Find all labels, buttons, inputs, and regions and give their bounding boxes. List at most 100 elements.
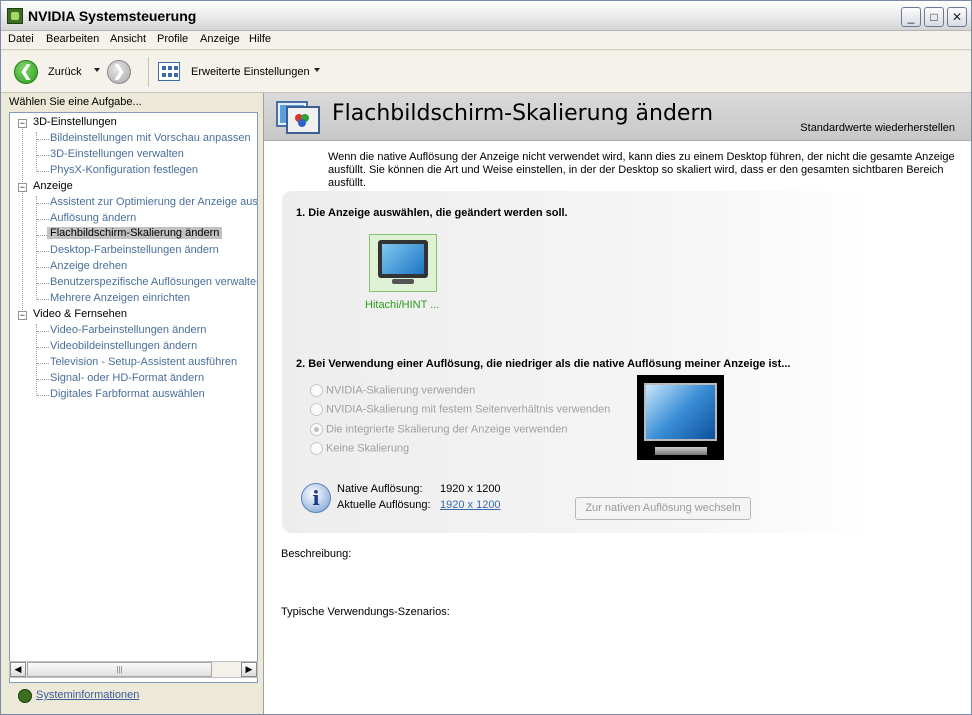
option-label: Keine Skalierung — [326, 442, 410, 455]
advanced-settings-button[interactable]: Erweiterte Einstellungen — [191, 66, 310, 78]
category-3d-settings[interactable]: 3D-Einstellungen — [33, 116, 117, 128]
task-tree[interactable]: − 3D-Einstellungen Bildeinstellungen mit… — [9, 112, 258, 683]
info-icon: i — [301, 483, 331, 513]
tree-item-digital-color-format[interactable]: Digitales Farbformat auswählen — [50, 388, 205, 400]
tree-line — [36, 196, 37, 300]
forward-arrow-icon[interactable]: ❯ — [107, 60, 131, 84]
tree-item-image-preview[interactable]: Bildeinstellungen mit Vorschau anpassen — [50, 132, 251, 144]
back-dropdown-arrow-icon[interactable] — [94, 68, 100, 72]
display-settings-icon — [276, 101, 320, 134]
tree-item-signal-format[interactable]: Signal- oder HD-Format ändern — [50, 372, 204, 384]
tree-line — [37, 395, 49, 396]
current-resolution-link[interactable]: 1920 x 1200 — [440, 499, 501, 511]
tree-item-rotate-display[interactable]: Anzeige drehen — [50, 260, 127, 272]
nvidia-app-icon — [7, 8, 23, 24]
tree-item-video-image[interactable]: Videobildeinstellungen ändern — [50, 340, 197, 352]
tree-item-physx[interactable]: PhysX-Konfiguration festlegen — [50, 164, 198, 176]
radio-no-scaling[interactable] — [310, 442, 323, 455]
option-display-scaling[interactable]: Die integrierte Skalierung der Anzeige v… — [310, 423, 568, 436]
expander-video-tv[interactable]: − — [18, 311, 27, 320]
tree-item-multiple-displays[interactable]: Mehrere Anzeigen einrichten — [50, 292, 190, 304]
step-2-heading: 2. Bei Verwendung einer Auflösung, die n… — [296, 358, 791, 370]
menu-bearbeiten[interactable]: Bearbeiten — [46, 33, 99, 45]
restore-defaults-link[interactable]: Standardwerte wiederherstellen — [800, 122, 955, 134]
close-button[interactable]: ✕ — [947, 7, 967, 27]
toolbar: ❮ Zurück ❯ Erweiterte Einstellungen — [1, 51, 971, 93]
menu-ansicht[interactable]: Ansicht — [110, 33, 146, 45]
content-pane: Flachbildschirm-Skalierung ändern Standa… — [263, 93, 971, 714]
tree-line — [37, 219, 49, 220]
expander-3d-settings[interactable]: − — [18, 119, 27, 128]
toolbar-separator — [148, 57, 149, 87]
tree-line — [37, 299, 49, 300]
menu-hilfe[interactable]: Hilfe — [249, 33, 271, 45]
minimize-button[interactable]: _ — [901, 7, 921, 27]
tree-line — [37, 363, 49, 364]
option-label: NVIDIA-Skalierung verwenden — [326, 384, 476, 397]
tree-line — [36, 132, 37, 172]
back-button-label[interactable]: Zurück — [48, 66, 82, 78]
task-pane: Wählen Sie eine Aufgabe... − 3D-Einstell… — [6, 93, 259, 711]
option-nvidia-scaling-aspect[interactable]: NVIDIA-Skalierung mit festem Seitenverhä… — [310, 403, 610, 416]
native-resolution-value: 1920 x 1200 — [440, 483, 501, 495]
window-title: NVIDIA Systemsteuerung — [28, 8, 197, 24]
tree-item-manage-3d[interactable]: 3D-Einstellungen verwalten — [50, 148, 184, 160]
menu-datei[interactable]: Datei — [8, 33, 34, 45]
display-selector-tile[interactable] — [369, 234, 437, 292]
option-label: Die integrierte Skalierung der Anzeige v… — [326, 423, 568, 436]
maximize-button[interactable]: □ — [924, 7, 944, 27]
switch-native-resolution-button[interactable]: Zur nativen Auflösung wechseln — [575, 497, 751, 520]
tree-line — [37, 139, 49, 140]
scroll-left-arrow-icon[interactable]: ◀ — [10, 662, 26, 677]
tree-line — [22, 127, 23, 314]
tree-item-tv-setup[interactable]: Television - Setup-Assistent ausführen — [50, 356, 237, 368]
tree-horizontal-scrollbar[interactable]: ◀ ||| ▶ — [9, 661, 258, 678]
expander-display[interactable]: − — [18, 183, 27, 192]
tree-line — [37, 155, 49, 156]
description-label: Beschreibung: — [281, 548, 352, 560]
tree-item-display-wizard[interactable]: Assistent zur Optimierung der Anzeige au… — [50, 196, 257, 208]
title-bar[interactable]: NVIDIA Systemsteuerung _ □ ✕ — [1, 1, 971, 31]
tree-item-change-resolution[interactable]: Auflösung ändern — [50, 212, 136, 224]
tree-line — [37, 203, 49, 204]
tree-line — [37, 251, 49, 252]
tree-item-flatpanel-scaling-selected[interactable]: Flachbildschirm-Skalierung ändern — [47, 227, 223, 239]
menu-anzeige[interactable]: Anzeige — [200, 33, 240, 45]
application-window: NVIDIA Systemsteuerung _ □ ✕ Datei Bearb… — [0, 0, 972, 715]
tree-line — [36, 324, 37, 396]
display-name-label[interactable]: Hitachi/HINT ... — [365, 299, 439, 311]
tree-item-video-color[interactable]: Video-Farbeinstellungen ändern — [50, 324, 206, 336]
tree-line — [37, 331, 49, 332]
system-info-icon[interactable] — [18, 689, 32, 703]
scroll-right-arrow-icon[interactable]: ▶ — [241, 662, 257, 677]
page-title: Flachbildschirm-Skalierung ändern — [332, 101, 714, 126]
radio-nvidia-scaling[interactable] — [310, 384, 323, 397]
scroll-thumb[interactable]: ||| — [27, 662, 212, 677]
menu-bar: Datei Bearbeiten Ansicht Profile Anzeige… — [1, 31, 971, 50]
menu-profile[interactable]: Profile — [157, 33, 188, 45]
radio-display-scaling[interactable] — [310, 423, 323, 436]
intro-text: Wenn die native Auflösung der Anzeige ni… — [328, 151, 955, 189]
option-label: NVIDIA-Skalierung mit festem Seitenverhä… — [326, 403, 611, 416]
monitor-icon — [378, 240, 428, 278]
tree-line — [37, 171, 49, 172]
scaling-preview-image — [637, 375, 724, 460]
option-no-scaling[interactable]: Keine Skalierung — [310, 442, 409, 455]
tree-line — [37, 347, 49, 348]
usage-scenarios-label: Typische Verwendungs-Szenarios: — [281, 606, 450, 618]
page-header: Flachbildschirm-Skalierung ändern Standa… — [264, 93, 971, 141]
tree-item-desktop-color[interactable]: Desktop-Farbeinstellungen ändern — [50, 244, 219, 256]
step-1-heading: 1. Die Anzeige auswählen, die geändert w… — [296, 207, 568, 219]
tree-line — [37, 267, 49, 268]
native-resolution-label: Native Auflösung: — [337, 483, 423, 495]
option-nvidia-scaling[interactable]: NVIDIA-Skalierung verwenden — [310, 384, 475, 397]
tree-item-custom-resolutions[interactable]: Benutzerspezifische Auflösungen verwalte… — [50, 276, 257, 288]
system-info-link[interactable]: Systeminformationen — [36, 689, 139, 701]
current-resolution-label: Aktuelle Auflösung: — [337, 499, 431, 511]
back-arrow-icon[interactable]: ❮ — [14, 60, 38, 84]
category-display[interactable]: Anzeige — [33, 180, 73, 192]
radio-nvidia-scaling-aspect[interactable] — [310, 403, 323, 416]
category-video-tv[interactable]: Video & Fernsehen — [33, 308, 127, 320]
advanced-settings-icon[interactable] — [158, 62, 180, 81]
advanced-dropdown-arrow-icon[interactable] — [314, 68, 320, 72]
